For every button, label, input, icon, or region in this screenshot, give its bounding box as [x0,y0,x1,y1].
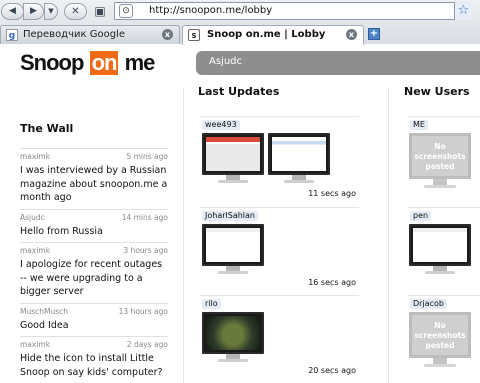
post-author[interactable]: maximk [20,152,50,161]
new-user-card[interactable]: ME No screenshots posted [407,116,480,204]
update-card[interactable]: wee493 11 secs ago [199,116,359,204]
update-username[interactable]: wee493 [202,120,240,130]
post-text: I apologize for recent outages -- we wer… [20,259,163,297]
new-user-name[interactable]: Drjacob [410,299,447,309]
update-card[interactable]: rilo 20 secs ago [199,295,359,383]
bookmark-star-icon[interactable]: ☆ [454,2,472,20]
post-text: Hello from Russia [20,225,103,237]
updates-title: Last Updates [198,85,280,98]
screenshot-thumbnail[interactable] [268,133,330,185]
post-time: 2 days ago [126,340,168,349]
stop-button[interactable]: ✕ [64,3,87,20]
close-tab-icon[interactable]: x [162,29,173,40]
update-time: 16 secs ago [308,278,356,287]
post-author[interactable]: Asjudc [20,213,45,222]
post-author[interactable]: maximk [20,246,50,255]
wall-post: maximk 5 mins ago I was interviewed by a … [20,148,168,209]
close-tab-icon[interactable]: x [346,29,357,40]
forward-button[interactable]: ▶ [23,3,44,20]
column-divider [388,88,389,383]
logo-text-me: me [124,50,156,75]
tab-snoop-lobby[interactable]: S Snoop on.me | Lobby x [182,25,364,45]
post-time: 13 hours ago [118,306,168,316]
new-users-title: New Users [404,85,470,98]
back-arrow-icon: ◀ [9,6,16,16]
site-logo[interactable]: Snoop on me [20,50,156,75]
screenshot-thumbnail[interactable] [202,312,264,364]
back-button[interactable]: ◀ [1,3,24,20]
post-text: Good Idea [20,319,69,331]
update-card[interactable]: JoharlSahlan 16 secs ago [199,207,359,295]
new-user-name[interactable]: ME [410,120,428,130]
snoop-favicon-icon: S [188,29,200,41]
screenshot-thumbnail[interactable] [409,224,471,276]
search-box-value: Asjudc [209,56,243,67]
update-username[interactable]: rilo [202,299,221,309]
new-user-name[interactable]: pen [410,211,432,221]
wall-title: The Wall [20,122,74,135]
tab-label: Переводчик Google [23,29,125,40]
forward-arrow-icon: ▶ [30,6,37,16]
post-time: 14 mins ago [121,212,168,222]
update-time: 11 secs ago [308,189,356,198]
column-divider [183,88,184,383]
close-icon: ✕ [71,6,80,17]
new-user-card[interactable]: pen [407,207,480,295]
wall-feed: maximk 5 mins ago I was interviewed by a … [20,148,168,383]
screenshot-thumbnail[interactable] [202,224,264,276]
wall-post: maximk 3 hours ago I apologize for recent… [20,242,168,303]
browser-chrome: ◀ ▶ ▼ ✕ ▣ ⊙ http://snoopon.me/lobby ☆ g … [0,0,480,45]
history-dropdown-button[interactable]: ▼ [44,3,58,20]
chevron-down-icon: ▼ [48,7,54,15]
screenshot-thumbnail[interactable] [202,133,264,185]
lock-icon: ▣ [94,4,106,18]
post-author[interactable]: MuschMusch [20,307,68,316]
tab-strip: g Переводчик Google x S Snoop on.me | Lo… [0,23,480,45]
new-tab-button[interactable]: + [368,28,380,40]
post-text: Hide the icon to install Little Snoop on… [20,353,163,378]
page-content: Snoop on me Asjudc The Wall Last Updates… [0,44,480,383]
no-screenshot-placeholder: No screenshots posted [409,133,471,179]
url-text[interactable]: http://snoopon.me/lobby [149,5,272,16]
logo-text-snoop: Snoop [20,50,84,75]
update-username[interactable]: JoharlSahlan [202,211,258,221]
post-time: 5 mins ago [126,152,168,161]
wall-post: MuschMusch 13 hours ago Good Idea [20,302,168,337]
logo-text-on: on [89,50,119,75]
tab-google-translate[interactable]: g Переводчик Google x [0,25,180,44]
site-identity-icon[interactable]: ⊙ [119,4,133,18]
post-time: 3 hours ago [123,246,168,255]
address-bar[interactable]: ⊙ http://snoopon.me/lobby ☆ [114,2,472,20]
google-favicon-icon: g [6,29,18,41]
wall-post: maximk 2 days ago Hide the icon to instal… [20,336,168,383]
update-time: 20 secs ago [308,366,356,375]
post-author[interactable]: maximk [20,340,50,349]
post-text: I was interviewed by a Russian magazine … [20,165,168,203]
tab-label: Snoop on.me | Lobby [207,29,326,40]
user-search-box[interactable]: Asjudc [196,51,480,75]
no-screenshot-placeholder: No screenshots posted [409,312,471,358]
new-user-card[interactable]: Drjacob No screenshots posted [407,295,480,383]
lock-button[interactable]: ▣ [93,4,107,19]
wall-post: Asjudc 14 mins ago Hello from Russia [20,208,168,243]
